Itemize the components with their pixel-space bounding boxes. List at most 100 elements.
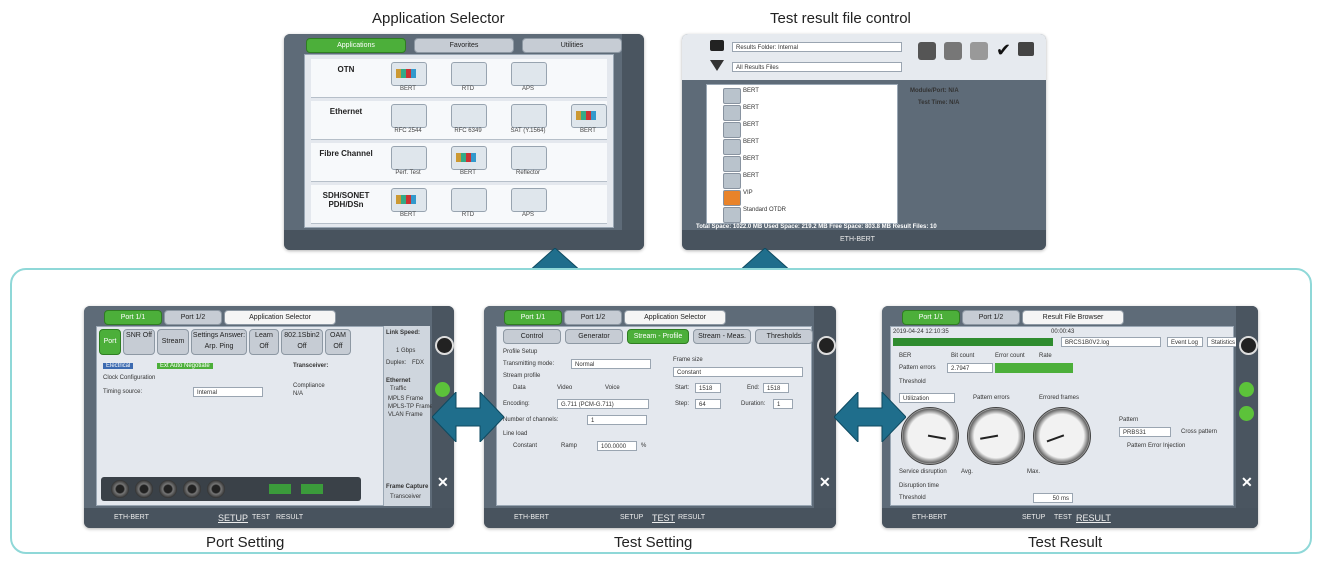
rtd-app-icon[interactable] bbox=[451, 62, 487, 86]
close-icon[interactable]: ✕ bbox=[1241, 474, 1253, 491]
vlan-frame-option[interactable]: VLAN Frame bbox=[388, 412, 423, 418]
stop-icon[interactable] bbox=[435, 336, 454, 355]
select-all-icon[interactable]: ✔ bbox=[996, 40, 1011, 61]
aps-app-icon[interactable] bbox=[511, 62, 547, 86]
tab-port-1-2[interactable]: Port 1/2 bbox=[962, 310, 1020, 325]
encoding-select[interactable]: G.711 (PCM-G.711) bbox=[557, 399, 649, 409]
pattern-error-injection-checkbox[interactable]: Pattern Error Injection bbox=[1127, 443, 1185, 449]
green-status-icon[interactable] bbox=[1239, 382, 1254, 397]
ramp-radio[interactable]: Ramp bbox=[561, 443, 577, 449]
filter-icon[interactable] bbox=[710, 60, 724, 71]
green-status-icon[interactable] bbox=[1239, 406, 1254, 421]
reflector-app-icon[interactable] bbox=[511, 146, 547, 170]
file-item[interactable]: BERT bbox=[723, 104, 883, 121]
subtab-settings[interactable]: Settings Answer: Arp. Ping bbox=[191, 329, 247, 355]
nav-result[interactable]: RESULT bbox=[1076, 513, 1111, 523]
subtab-stream[interactable]: Stream bbox=[157, 329, 189, 355]
subtab-generator[interactable]: Generator bbox=[565, 329, 623, 344]
cross-pattern-checkbox[interactable]: Cross pattern bbox=[1181, 429, 1217, 435]
nav-result[interactable]: RESULT bbox=[678, 514, 705, 521]
bert-app-icon[interactable] bbox=[571, 104, 607, 128]
tab-port-1-1[interactable]: Port 1/1 bbox=[902, 310, 960, 325]
duration-input[interactable]: 1 bbox=[773, 399, 793, 409]
voice-radio[interactable]: Voice bbox=[605, 385, 620, 391]
report-icon[interactable] bbox=[970, 42, 988, 60]
transceiver-button[interactable]: Transceiver bbox=[390, 494, 421, 500]
export-icon[interactable] bbox=[944, 42, 962, 60]
rfc2544-app-icon[interactable] bbox=[391, 104, 427, 128]
subtab-8021[interactable]: 802.1Sbin2 Off bbox=[281, 329, 323, 355]
step-input[interactable]: 64 bbox=[695, 399, 721, 409]
file-item[interactable]: BERT bbox=[723, 87, 883, 104]
nav-setup[interactable]: SETUP bbox=[1022, 514, 1045, 521]
file-item[interactable]: BERT bbox=[723, 138, 883, 155]
tab-result-file-browser[interactable]: Result File Browser bbox=[1022, 310, 1124, 325]
file-item[interactable]: BERT bbox=[723, 172, 883, 189]
left-scroll-bar[interactable] bbox=[284, 54, 296, 230]
folder-icon[interactable] bbox=[710, 40, 724, 51]
mpls-frame-option[interactable]: MPLS Frame bbox=[388, 396, 423, 402]
threshold-value[interactable]: 50 ms bbox=[1033, 493, 1073, 503]
start-input[interactable]: 1518 bbox=[695, 383, 721, 393]
transmitting-mode-select[interactable]: Normal bbox=[571, 359, 651, 369]
tab-port-1-2[interactable]: Port 1/2 bbox=[564, 310, 622, 325]
channels-input[interactable]: 1 bbox=[587, 415, 647, 425]
statistics-button[interactable]: Statistics bbox=[1207, 337, 1239, 347]
subtab-control[interactable]: Control bbox=[503, 329, 561, 344]
mpls-tp-frame-option[interactable]: MPLS-TP Frame bbox=[388, 404, 433, 410]
close-icon[interactable]: ✕ bbox=[437, 474, 449, 491]
end-input[interactable]: 1518 bbox=[763, 383, 789, 393]
subtab-snr[interactable]: SNR Off bbox=[123, 329, 155, 355]
auto-negotiate-checkbox[interactable]: Ext Auto Negotiate bbox=[157, 363, 213, 369]
file-item[interactable]: BERT bbox=[723, 155, 883, 172]
event-log-button[interactable]: Event Log bbox=[1167, 337, 1203, 347]
tab-favorites[interactable]: Favorites bbox=[414, 38, 514, 53]
tab-application-selector[interactable]: Application Selector bbox=[224, 310, 336, 325]
timing-source-select[interactable]: Internal bbox=[193, 387, 263, 397]
pattern-select[interactable]: PRBS31 bbox=[1119, 427, 1171, 437]
subtab-thresholds[interactable]: Thresholds bbox=[755, 329, 813, 344]
file-item[interactable]: Standard OTDR bbox=[723, 206, 883, 223]
results-folder-field[interactable]: Results Folder: Internal bbox=[732, 42, 902, 52]
data-radio[interactable]: Data bbox=[513, 385, 526, 391]
tab-applications[interactable]: Applications bbox=[306, 38, 406, 53]
frame-capture-button[interactable]: Frame Capture bbox=[386, 484, 428, 490]
perf-test-app-icon[interactable] bbox=[391, 146, 427, 170]
results-filter-field[interactable]: All Results Files bbox=[732, 62, 902, 72]
file-item[interactable]: BERT bbox=[723, 121, 883, 138]
tab-port-1-1[interactable]: Port 1/1 bbox=[504, 310, 562, 325]
rtd-app-icon[interactable] bbox=[451, 188, 487, 212]
tab-utilities[interactable]: Utilities bbox=[522, 38, 622, 53]
tab-port-1-2[interactable]: Port 1/2 bbox=[164, 310, 222, 325]
file-item[interactable]: VIP bbox=[723, 189, 883, 206]
nav-test[interactable]: TEST bbox=[652, 513, 675, 523]
utilization-select[interactable]: Utilization bbox=[899, 393, 955, 403]
sat-app-icon[interactable] bbox=[511, 104, 547, 128]
tab-application-selector[interactable]: Application Selector bbox=[624, 310, 726, 325]
nav-setup[interactable]: SETUP bbox=[218, 513, 248, 523]
load-input[interactable]: 100.0000 bbox=[597, 441, 637, 451]
bert-app-icon[interactable] bbox=[451, 146, 487, 170]
frame-size-select[interactable]: Constant bbox=[673, 367, 803, 377]
constant-radio[interactable]: Constant bbox=[513, 443, 537, 449]
stop-icon[interactable] bbox=[817, 336, 836, 355]
subtab-port[interactable]: Port bbox=[99, 329, 121, 355]
electrical-checkbox[interactable]: Electrical bbox=[103, 363, 134, 369]
aps-app-icon[interactable] bbox=[511, 188, 547, 212]
nav-setup[interactable]: SETUP bbox=[620, 514, 643, 521]
subtab-learn[interactable]: Learn Off bbox=[249, 329, 279, 355]
tab-port-1-1[interactable]: Port 1/1 bbox=[104, 310, 162, 325]
bert-app-icon[interactable] bbox=[391, 62, 427, 86]
bert-app-icon[interactable] bbox=[391, 188, 427, 212]
subtab-oam[interactable]: OAM Off bbox=[325, 329, 351, 355]
rfc6349-app-icon[interactable] bbox=[451, 104, 487, 128]
close-icon[interactable]: ✕ bbox=[819, 474, 831, 491]
open-icon[interactable] bbox=[918, 42, 936, 60]
subtab-stream-profile[interactable]: Stream - Profile bbox=[627, 329, 689, 344]
video-radio[interactable]: Video bbox=[557, 385, 572, 391]
nav-test[interactable]: TEST bbox=[1054, 514, 1072, 521]
nav-result[interactable]: RESULT bbox=[276, 514, 303, 521]
delete-icon[interactable] bbox=[1018, 42, 1034, 56]
subtab-stream-meas[interactable]: Stream - Meas. bbox=[693, 329, 751, 344]
nav-test[interactable]: TEST bbox=[252, 514, 270, 521]
